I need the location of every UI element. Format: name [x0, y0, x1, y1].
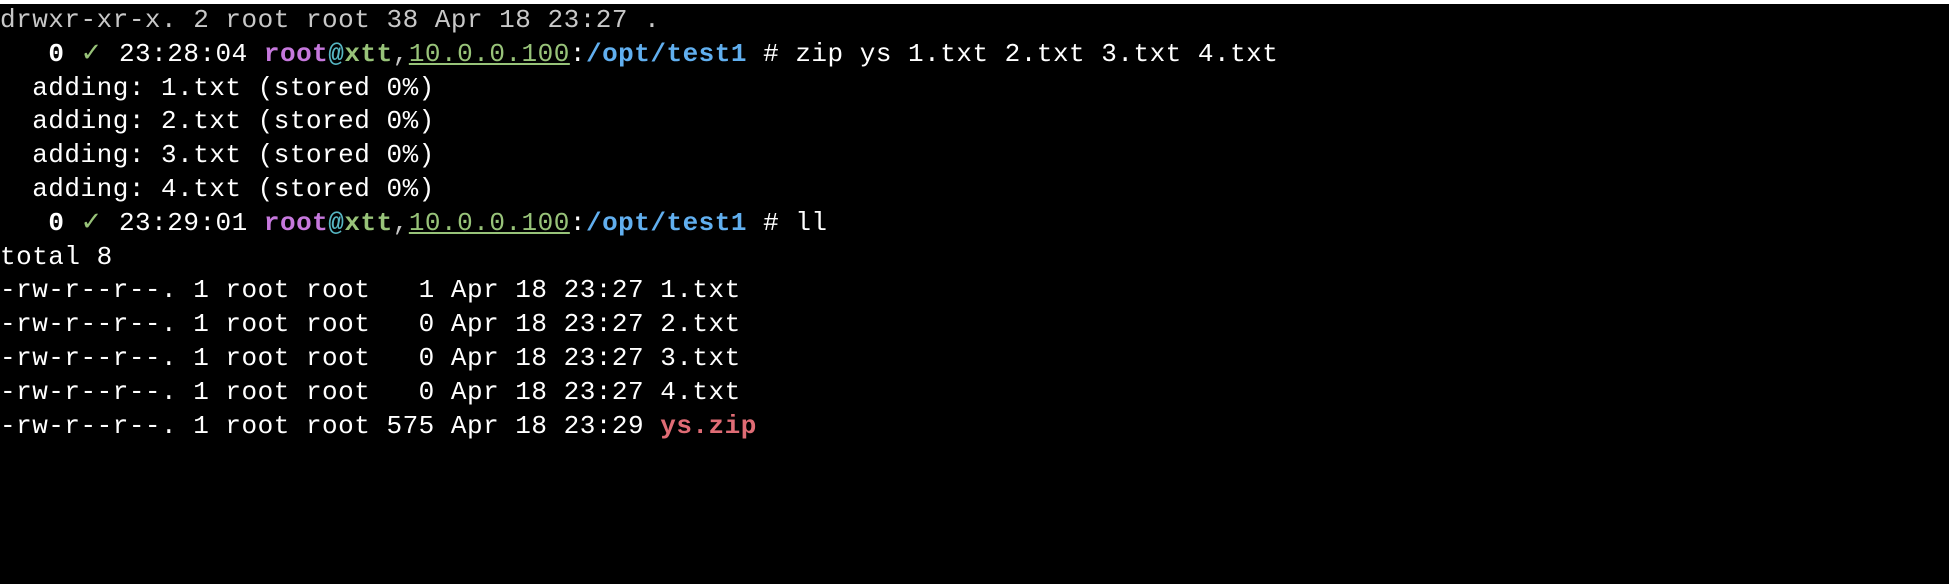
ll-row-filename: 1.txt	[660, 275, 741, 305]
partial-prev-line: drwxr-xr-x. 2 root root 38 Apr 18 23:27 …	[0, 4, 1949, 38]
prompt-comma: ,	[393, 39, 409, 69]
prompt-ip: 10.0.0.100	[409, 208, 570, 238]
command-text: ll	[795, 208, 827, 238]
prompt-path: /opt/test1	[586, 39, 747, 69]
ll-row-filename: 4.txt	[660, 377, 741, 407]
prompt-hash: #	[747, 39, 795, 69]
check-icon: ✓	[81, 208, 103, 238]
zip-output-line: adding: 1.txt (stored 0%)	[0, 72, 1949, 106]
prompt-at: @	[328, 39, 344, 69]
prompt-line-2: 0 ✓ 23:29:01 root@xtt,10.0.0.100:/opt/te…	[0, 207, 1949, 241]
prompt-line-1: 0 ✓ 23:28:04 root@xtt,10.0.0.100:/opt/te…	[0, 38, 1949, 72]
ll-total-line: total 8	[0, 241, 1949, 275]
ll-row: -rw-r--r--. 1 root root 575 Apr 18 23:29…	[0, 410, 1949, 444]
exit-status: 0	[48, 208, 64, 238]
ll-row: -rw-r--r--. 1 root root 0 Apr 18 23:27 2…	[0, 308, 1949, 342]
prompt-comma: ,	[393, 208, 409, 238]
ll-row: -rw-r--r--. 1 root root 0 Apr 18 23:27 3…	[0, 342, 1949, 376]
ll-row-filename: 3.txt	[660, 343, 741, 373]
ll-row-filename: ys.zip	[660, 411, 757, 441]
prompt-at: @	[328, 208, 344, 238]
ll-row-filename: 2.txt	[660, 309, 741, 339]
zip-output-line: adding: 3.txt (stored 0%)	[0, 139, 1949, 173]
exit-status: 0	[48, 39, 64, 69]
check-icon: ✓	[81, 39, 103, 69]
prompt-host: xtt	[344, 39, 392, 69]
prompt-host: xtt	[344, 208, 392, 238]
prompt-time: 23:28:04	[119, 39, 248, 69]
prompt-time: 23:29:01	[119, 208, 248, 238]
ll-row-meta: -rw-r--r--. 1 root root 0 Apr 18 23:27	[0, 343, 660, 373]
prompt-colon: :	[570, 208, 586, 238]
terminal-output[interactable]: drwxr-xr-x. 2 root root 38 Apr 18 23:27 …	[0, 4, 1949, 584]
zip-output-line: adding: 4.txt (stored 0%)	[0, 173, 1949, 207]
ll-row-meta: -rw-r--r--. 1 root root 1 Apr 18 23:27	[0, 275, 660, 305]
zip-output-line: adding: 2.txt (stored 0%)	[0, 105, 1949, 139]
prompt-user: root	[264, 39, 328, 69]
ll-row-meta: -rw-r--r--. 1 root root 0 Apr 18 23:27	[0, 377, 660, 407]
prompt-colon: :	[570, 39, 586, 69]
command-text: zip ys 1.txt 2.txt 3.txt 4.txt	[795, 39, 1278, 69]
ll-row-meta: -rw-r--r--. 1 root root 575 Apr 18 23:29	[0, 411, 660, 441]
prompt-path: /opt/test1	[586, 208, 747, 238]
ll-row: -rw-r--r--. 1 root root 0 Apr 18 23:27 4…	[0, 376, 1949, 410]
prompt-user: root	[264, 208, 328, 238]
prompt-ip: 10.0.0.100	[409, 39, 570, 69]
prompt-hash: #	[747, 208, 795, 238]
ll-row-meta: -rw-r--r--. 1 root root 0 Apr 18 23:27	[0, 309, 660, 339]
ll-row: -rw-r--r--. 1 root root 1 Apr 18 23:27 1…	[0, 274, 1949, 308]
